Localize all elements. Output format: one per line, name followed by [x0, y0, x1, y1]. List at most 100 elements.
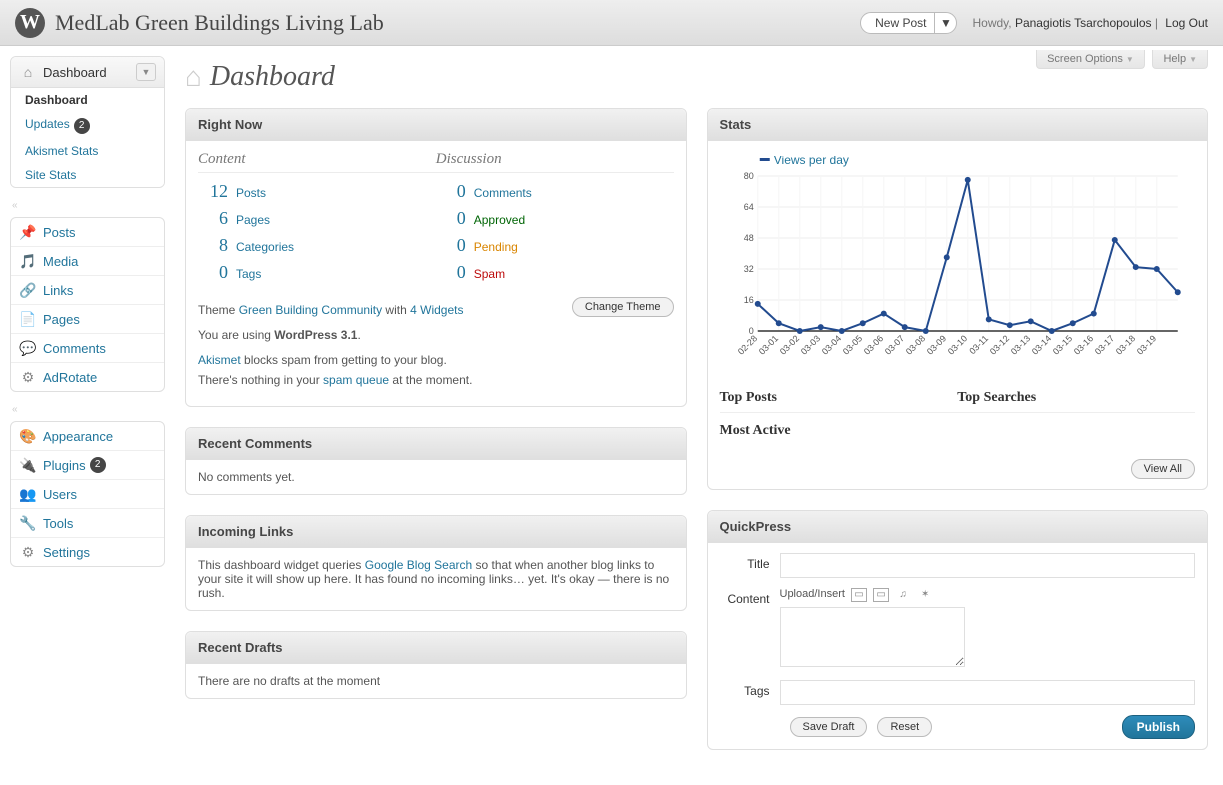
svg-text:03-17: 03-17 — [1092, 333, 1115, 356]
svg-text:80: 80 — [743, 171, 753, 181]
widgets-link[interactable]: 4 Widgets — [410, 303, 463, 317]
svg-text:03-03: 03-03 — [798, 333, 821, 356]
widget-stats: Stats 0163248648002-2803-0103-0203-0303-… — [707, 108, 1209, 490]
content-heading: Content — [198, 151, 436, 173]
change-theme-button[interactable]: Change Theme — [572, 297, 674, 317]
count-label[interactable]: Approved — [474, 213, 525, 227]
sidebar-item[interactable]: ⚙AdRotate — [11, 363, 164, 391]
chevron-down-icon: ▼ — [1126, 55, 1134, 64]
sidebar-item[interactable]: 🎨Appearance — [11, 422, 164, 451]
sidebar-item[interactable]: 🔌Plugins2 — [11, 451, 164, 480]
svg-text:03-12: 03-12 — [987, 333, 1010, 356]
menu-top-dashboard[interactable]: ⌂ Dashboard ▼ — [11, 57, 164, 88]
widget-title[interactable]: QuickPress — [708, 511, 1208, 543]
sidebar-item-label: Tools — [43, 516, 73, 531]
add-audio-icon[interactable]: ♫ — [895, 589, 911, 603]
username-link[interactable]: Panagiotis Tsarchopoulos — [1015, 16, 1152, 30]
spam-queue-link[interactable]: spam queue — [323, 373, 389, 387]
sidebar-item-label: Links — [43, 283, 73, 298]
sidebar-item-label: Comments — [43, 341, 106, 356]
count-label[interactable]: Posts — [236, 186, 266, 200]
count[interactable]: 0 — [436, 262, 466, 283]
page-title: Dashboard — [210, 61, 335, 93]
count-label[interactable]: Spam — [474, 267, 505, 281]
sidebar-item[interactable]: 📄Pages — [11, 305, 164, 334]
add-image-icon[interactable]: ▭ — [851, 588, 867, 602]
collapse-icon[interactable]: « — [12, 200, 165, 211]
count-label[interactable]: Tags — [236, 267, 261, 281]
widget-title[interactable]: Recent Comments — [186, 428, 686, 460]
sidebar-item[interactable]: 🔗Links — [11, 276, 164, 305]
stats-chart: 0163248648002-2803-0103-0203-0303-0403-0… — [725, 156, 1191, 366]
sidebar-item-label: AdRotate — [43, 370, 97, 385]
new-post-button[interactable]: New Post ▼ — [860, 12, 957, 34]
sidebar-item[interactable]: 👥Users — [11, 480, 164, 509]
widget-title[interactable]: Stats — [708, 109, 1208, 141]
count[interactable]: 6 — [198, 208, 228, 229]
screen-options-label: Screen Options — [1047, 53, 1123, 65]
count-label[interactable]: Categories — [236, 240, 294, 254]
akismet-text: blocks spam from getting to your blog. — [241, 353, 447, 367]
sidebar-sub-item[interactable]: Dashboard — [11, 88, 164, 112]
count[interactable]: 12 — [198, 181, 228, 202]
upload-insert-label: Upload/Insert — [780, 588, 845, 600]
qp-content-textarea[interactable] — [780, 607, 965, 667]
sidebar-item-label: Settings — [43, 545, 90, 560]
count[interactable]: 0 — [436, 235, 466, 256]
theme-link[interactable]: Green Building Community — [239, 303, 382, 317]
help-tab[interactable]: Help▼ — [1152, 50, 1208, 69]
wp-version: WordPress 3.1 — [274, 328, 357, 342]
sidebar-item-label: Media — [43, 254, 78, 269]
svg-text:32: 32 — [743, 264, 753, 274]
qp-title-input[interactable] — [780, 553, 1196, 578]
chevron-down-icon[interactable]: ▼ — [934, 13, 956, 33]
sidebar-item[interactable]: ⚙Settings — [11, 538, 164, 566]
sidebar-item[interactable]: 🔧Tools — [11, 509, 164, 538]
site-title[interactable]: MedLab Green Buildings Living Lab — [55, 10, 860, 36]
svg-text:02-28: 02-28 — [735, 333, 758, 356]
sidebar-item[interactable]: 📌 Posts — [11, 218, 164, 247]
add-media-icon[interactable]: ✶ — [917, 589, 933, 603]
qp-tags-input[interactable] — [780, 680, 1196, 705]
sidebar-item-label: Users — [43, 487, 77, 502]
recent-drafts-body: There are no drafts at the moment — [186, 664, 686, 698]
chevron-down-icon[interactable]: ▼ — [136, 63, 156, 81]
media-icon: 🎵 — [19, 253, 37, 269]
count-label[interactable]: Pages — [236, 213, 270, 227]
akismet-link[interactable]: Akismet — [198, 353, 241, 367]
count-label[interactable]: Pending — [474, 240, 518, 254]
appearance-icon: 🎨 — [19, 428, 37, 444]
top-posts-heading: Top Posts — [720, 384, 958, 413]
wordpress-logo[interactable]: W — [15, 8, 45, 38]
menu-group-settings: 🎨Appearance🔌Plugins2👥Users🔧Tools⚙Setting… — [10, 421, 165, 567]
sidebar-item-label: Pages — [43, 312, 80, 327]
sidebar-item[interactable]: 💬Comments — [11, 334, 164, 363]
add-video-icon[interactable]: ▭ — [873, 588, 889, 602]
widget-title[interactable]: Right Now — [186, 109, 686, 141]
sidebar-sub-item[interactable]: Updates2 — [11, 112, 164, 139]
collapse-icon[interactable]: « — [12, 404, 165, 415]
count-label[interactable]: Comments — [474, 186, 532, 200]
qp-tags-label: Tags — [720, 680, 780, 698]
view-all-button[interactable]: View All — [1131, 459, 1195, 479]
incoming-links-body: This dashboard widget queries Google Blo… — [186, 548, 686, 610]
screen-options-tab[interactable]: Screen Options▼ — [1036, 50, 1145, 69]
widget-title[interactable]: Incoming Links — [186, 516, 686, 548]
publish-button[interactable]: Publish — [1122, 715, 1195, 739]
widget-title[interactable]: Recent Drafts — [186, 632, 686, 664]
count[interactable]: 0 — [436, 181, 466, 202]
sidebar-sub-item[interactable]: Akismet Stats — [11, 139, 164, 163]
google-blog-search-link[interactable]: Google Blog Search — [365, 558, 472, 572]
pin-icon: 📌 — [19, 224, 37, 240]
top-searches-heading: Top Searches — [957, 384, 1195, 413]
sidebar-item-label: Posts — [43, 225, 76, 240]
count[interactable]: 8 — [198, 235, 228, 256]
sidebar-item[interactable]: 🎵 Media — [11, 247, 164, 276]
reset-button[interactable]: Reset — [877, 717, 932, 737]
submenu-dashboard: DashboardUpdates2Akismet StatsSite Stats — [11, 88, 164, 187]
sidebar-sub-item[interactable]: Site Stats — [11, 163, 164, 187]
count[interactable]: 0 — [198, 262, 228, 283]
count[interactable]: 0 — [436, 208, 466, 229]
logout-link[interactable]: Log Out — [1165, 16, 1208, 30]
save-draft-button[interactable]: Save Draft — [790, 717, 868, 737]
